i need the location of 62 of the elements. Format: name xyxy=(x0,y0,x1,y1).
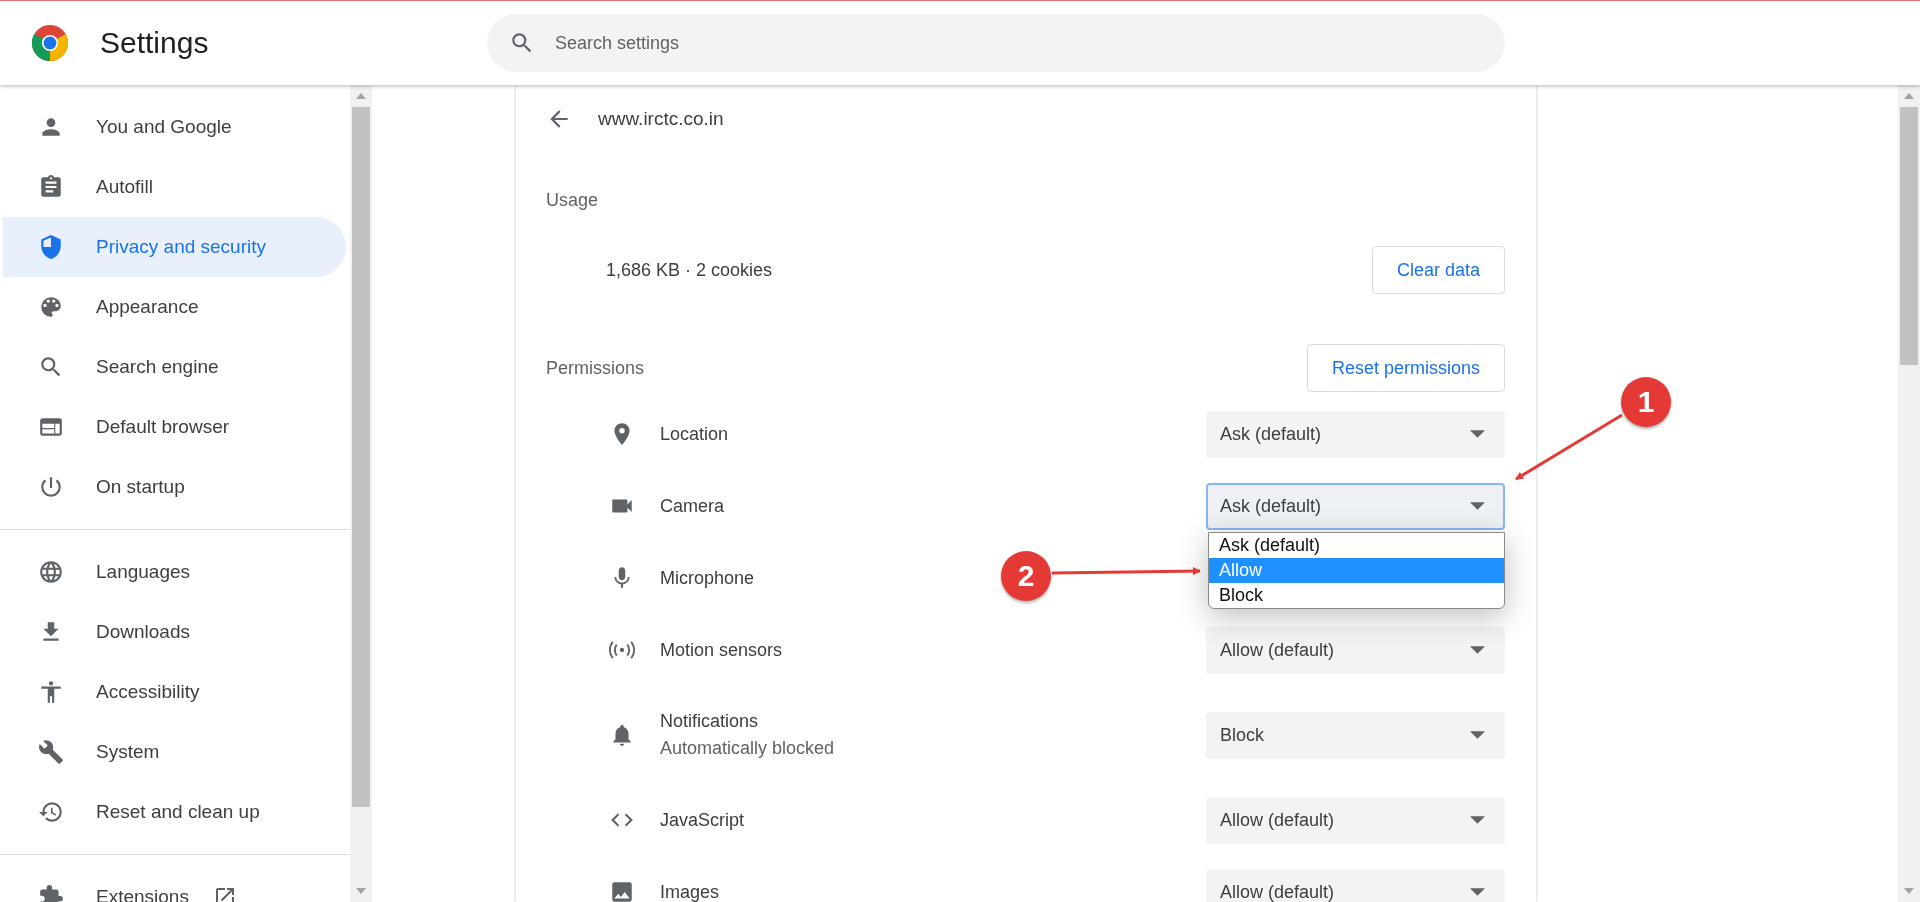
wrench-icon xyxy=(38,739,64,765)
permission-label: Location xyxy=(660,423,729,445)
dropdown-option[interactable]: Block xyxy=(1209,582,1504,608)
scrollbar-thumb[interactable] xyxy=(1900,107,1918,365)
sidebar-item[interactable]: Languages xyxy=(3,542,346,602)
image-icon xyxy=(609,879,635,902)
permission-select[interactable]: Block xyxy=(1206,711,1505,759)
section-heading: Usage xyxy=(546,189,599,211)
shield-icon xyxy=(38,234,64,260)
sidebar-item[interactable]: Reset and clean up xyxy=(3,782,346,842)
sidebar-item[interactable]: On startup xyxy=(3,457,346,517)
scroll-up-arrow-icon[interactable] xyxy=(356,93,366,99)
permission-label: JavaScript xyxy=(660,809,745,831)
dropdown-option[interactable]: Ask (default) xyxy=(1209,532,1504,558)
permission-select[interactable]: Allow (default) xyxy=(1206,796,1505,844)
permission-select[interactable]: Ask (default) xyxy=(1206,482,1505,530)
scrollbar[interactable] xyxy=(1898,85,1920,902)
app-logo xyxy=(32,25,68,61)
caret-icon xyxy=(1470,731,1485,739)
permission-status: Automatically blocked xyxy=(660,738,835,759)
power-icon xyxy=(38,474,64,500)
page-title: Settings xyxy=(100,26,210,60)
permission-label: Images xyxy=(660,881,720,902)
sidebar-item[interactable]: Downloads xyxy=(3,602,346,662)
annotation-badge: 2 xyxy=(1001,551,1051,601)
sidebar-item[interactable]: Accessibility xyxy=(3,662,346,722)
scroll-up-arrow-icon[interactable] xyxy=(1904,93,1914,99)
caret-icon xyxy=(1470,646,1485,654)
reset-permissions-button[interactable]: Reset permissions xyxy=(1306,344,1505,392)
sidebar-item[interactable]: You and Google xyxy=(3,97,346,157)
clear-data-button[interactable]: Clear data xyxy=(1371,246,1505,294)
permission-label: Motion sensors xyxy=(660,639,783,661)
section-heading: Permissions xyxy=(546,357,645,379)
annotation-badge: 1 xyxy=(1621,377,1671,427)
search-field[interactable]: Search settings xyxy=(487,14,1505,72)
scrollbar-thumb[interactable] xyxy=(352,107,370,807)
permission-select[interactable]: Allow (default) xyxy=(1206,626,1505,674)
sidebar-item[interactable]: Autofill xyxy=(3,157,346,217)
scroll-down-arrow-icon[interactable] xyxy=(356,888,366,894)
permission-label: Camera xyxy=(660,495,725,517)
permission-select[interactable]: Allow (default) xyxy=(1206,868,1505,902)
sidebar-item[interactable]: Search engine xyxy=(3,337,346,397)
permission-label: Notifications xyxy=(660,711,759,732)
sidebar-item[interactable]: System xyxy=(3,722,346,782)
caret-icon xyxy=(1470,430,1485,438)
caret-icon xyxy=(1470,502,1485,510)
caret-icon xyxy=(1470,816,1485,824)
accessibility-icon xyxy=(38,679,64,705)
site-address: www.irctc.co.in xyxy=(598,108,724,130)
scrollbar[interactable] xyxy=(350,85,372,902)
globe-icon xyxy=(38,559,64,585)
sidebar-item[interactable]: Appearance xyxy=(3,277,346,337)
clipboard-icon xyxy=(38,174,64,200)
palette-icon xyxy=(38,294,64,320)
caret-icon xyxy=(1470,888,1485,896)
usage-summary: 1,686 KB · 2 cookies xyxy=(606,259,773,281)
scroll-down-arrow-icon[interactable] xyxy=(1904,888,1914,894)
sidebar-item[interactable]: Privacy and security xyxy=(3,217,346,277)
permission-select[interactable]: Ask (default) xyxy=(1206,410,1505,458)
history-icon xyxy=(38,799,64,825)
permission-label: Microphone xyxy=(660,567,755,589)
sidebar-item[interactable]: Default browser xyxy=(3,397,346,457)
